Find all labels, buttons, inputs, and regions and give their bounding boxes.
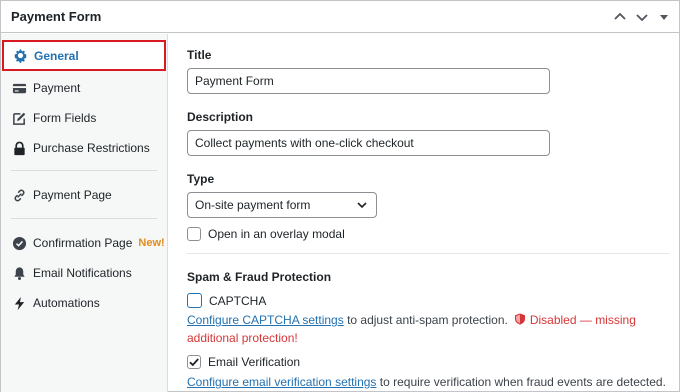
section-divider [187,253,669,254]
email-verification-label: Email Verification [208,355,301,369]
link-icon [11,187,27,203]
panel-header: Payment Form [1,1,679,33]
captcha-help: Configure CAPTCHA settings to adjust ant… [187,311,667,347]
captcha-option: CAPTCHA [187,293,266,308]
checkmark-icon [189,358,199,367]
caret-down-icon[interactable] [655,8,673,26]
overlay-modal-checkbox[interactable] [187,227,201,241]
sidebar-item-payment[interactable]: Payment [1,73,167,103]
general-settings: Title Payment Form Description Collect p… [169,34,679,392]
sidebar-item-label: General [34,48,79,63]
sidebar-item-label: Form Fields [33,111,97,125]
sidebar-item-general[interactable]: General [2,40,166,71]
sidebar-item-confirmation-page[interactable]: Confirmation Page New! [1,228,167,258]
chevron-down-icon [357,202,367,209]
description-label: Description [187,110,254,124]
email-verification-help-text: to require verification when fraud event… [376,375,666,389]
title-label: Title [187,48,212,62]
type-label: Type [187,172,215,186]
sidebar-item-purchase-restrictions[interactable]: Purchase Restrictions [1,133,167,163]
type-select-value: On-site payment form [195,198,311,212]
title-input[interactable]: Payment Form [187,68,550,94]
sidebar-item-email-notifications[interactable]: Email Notifications [1,258,167,288]
overlay-modal-option: Open in an overlay modal [187,227,345,241]
shield-warning-icon [514,313,525,325]
captcha-help-text: to adjust anti-spam protection. [343,313,508,327]
sidebar-item-automations[interactable]: Automations [1,288,167,318]
sidebar-item-form-fields[interactable]: Form Fields [1,103,167,133]
chevron-down-icon[interactable] [633,8,651,26]
edit-icon [11,110,27,126]
sidebar-item-label: Purchase Restrictions [33,141,150,155]
configure-email-verification-link[interactable]: Configure email verification settings [187,375,376,389]
description-input[interactable]: Collect payments with one-click checkout [187,130,550,156]
credit-card-icon [11,80,27,96]
spam-fraud-heading: Spam & Fraud Protection [187,270,332,284]
sidebar-item-label: Payment [33,81,81,95]
bell-icon [11,265,27,281]
sidebar-item-label: Confirmation Page [33,236,133,250]
captcha-checkbox[interactable] [187,293,202,308]
panel-title: Payment Form [11,9,102,24]
new-badge: New! [138,237,165,249]
bolt-icon [11,295,27,311]
gear-icon [12,48,28,64]
sidebar-divider [11,218,157,219]
check-circle-icon [11,235,27,251]
settings-sidebar: General Payment Form Fields Purchase Res… [1,34,168,392]
sidebar-item-label: Payment Page [33,188,112,202]
email-verification-option: Email Verification [187,355,300,369]
sidebar-item-label: Email Notifications [33,266,132,280]
sidebar-item-payment-page[interactable]: Payment Page [1,180,167,210]
lock-icon [11,140,27,156]
email-verification-help: Configure email verification settings to… [187,373,667,391]
email-verification-checkbox[interactable] [187,355,201,369]
type-select[interactable]: On-site payment form [187,192,377,218]
overlay-modal-label: Open in an overlay modal [208,227,345,241]
sidebar-divider [11,170,157,171]
sidebar-item-label: Automations [33,296,100,310]
chevron-up-icon[interactable] [611,8,629,26]
payment-form-panel: Payment Form General Payment Form Fields… [0,0,680,392]
configure-captcha-link[interactable]: Configure CAPTCHA settings [187,313,344,327]
captcha-label: CAPTCHA [209,293,267,308]
